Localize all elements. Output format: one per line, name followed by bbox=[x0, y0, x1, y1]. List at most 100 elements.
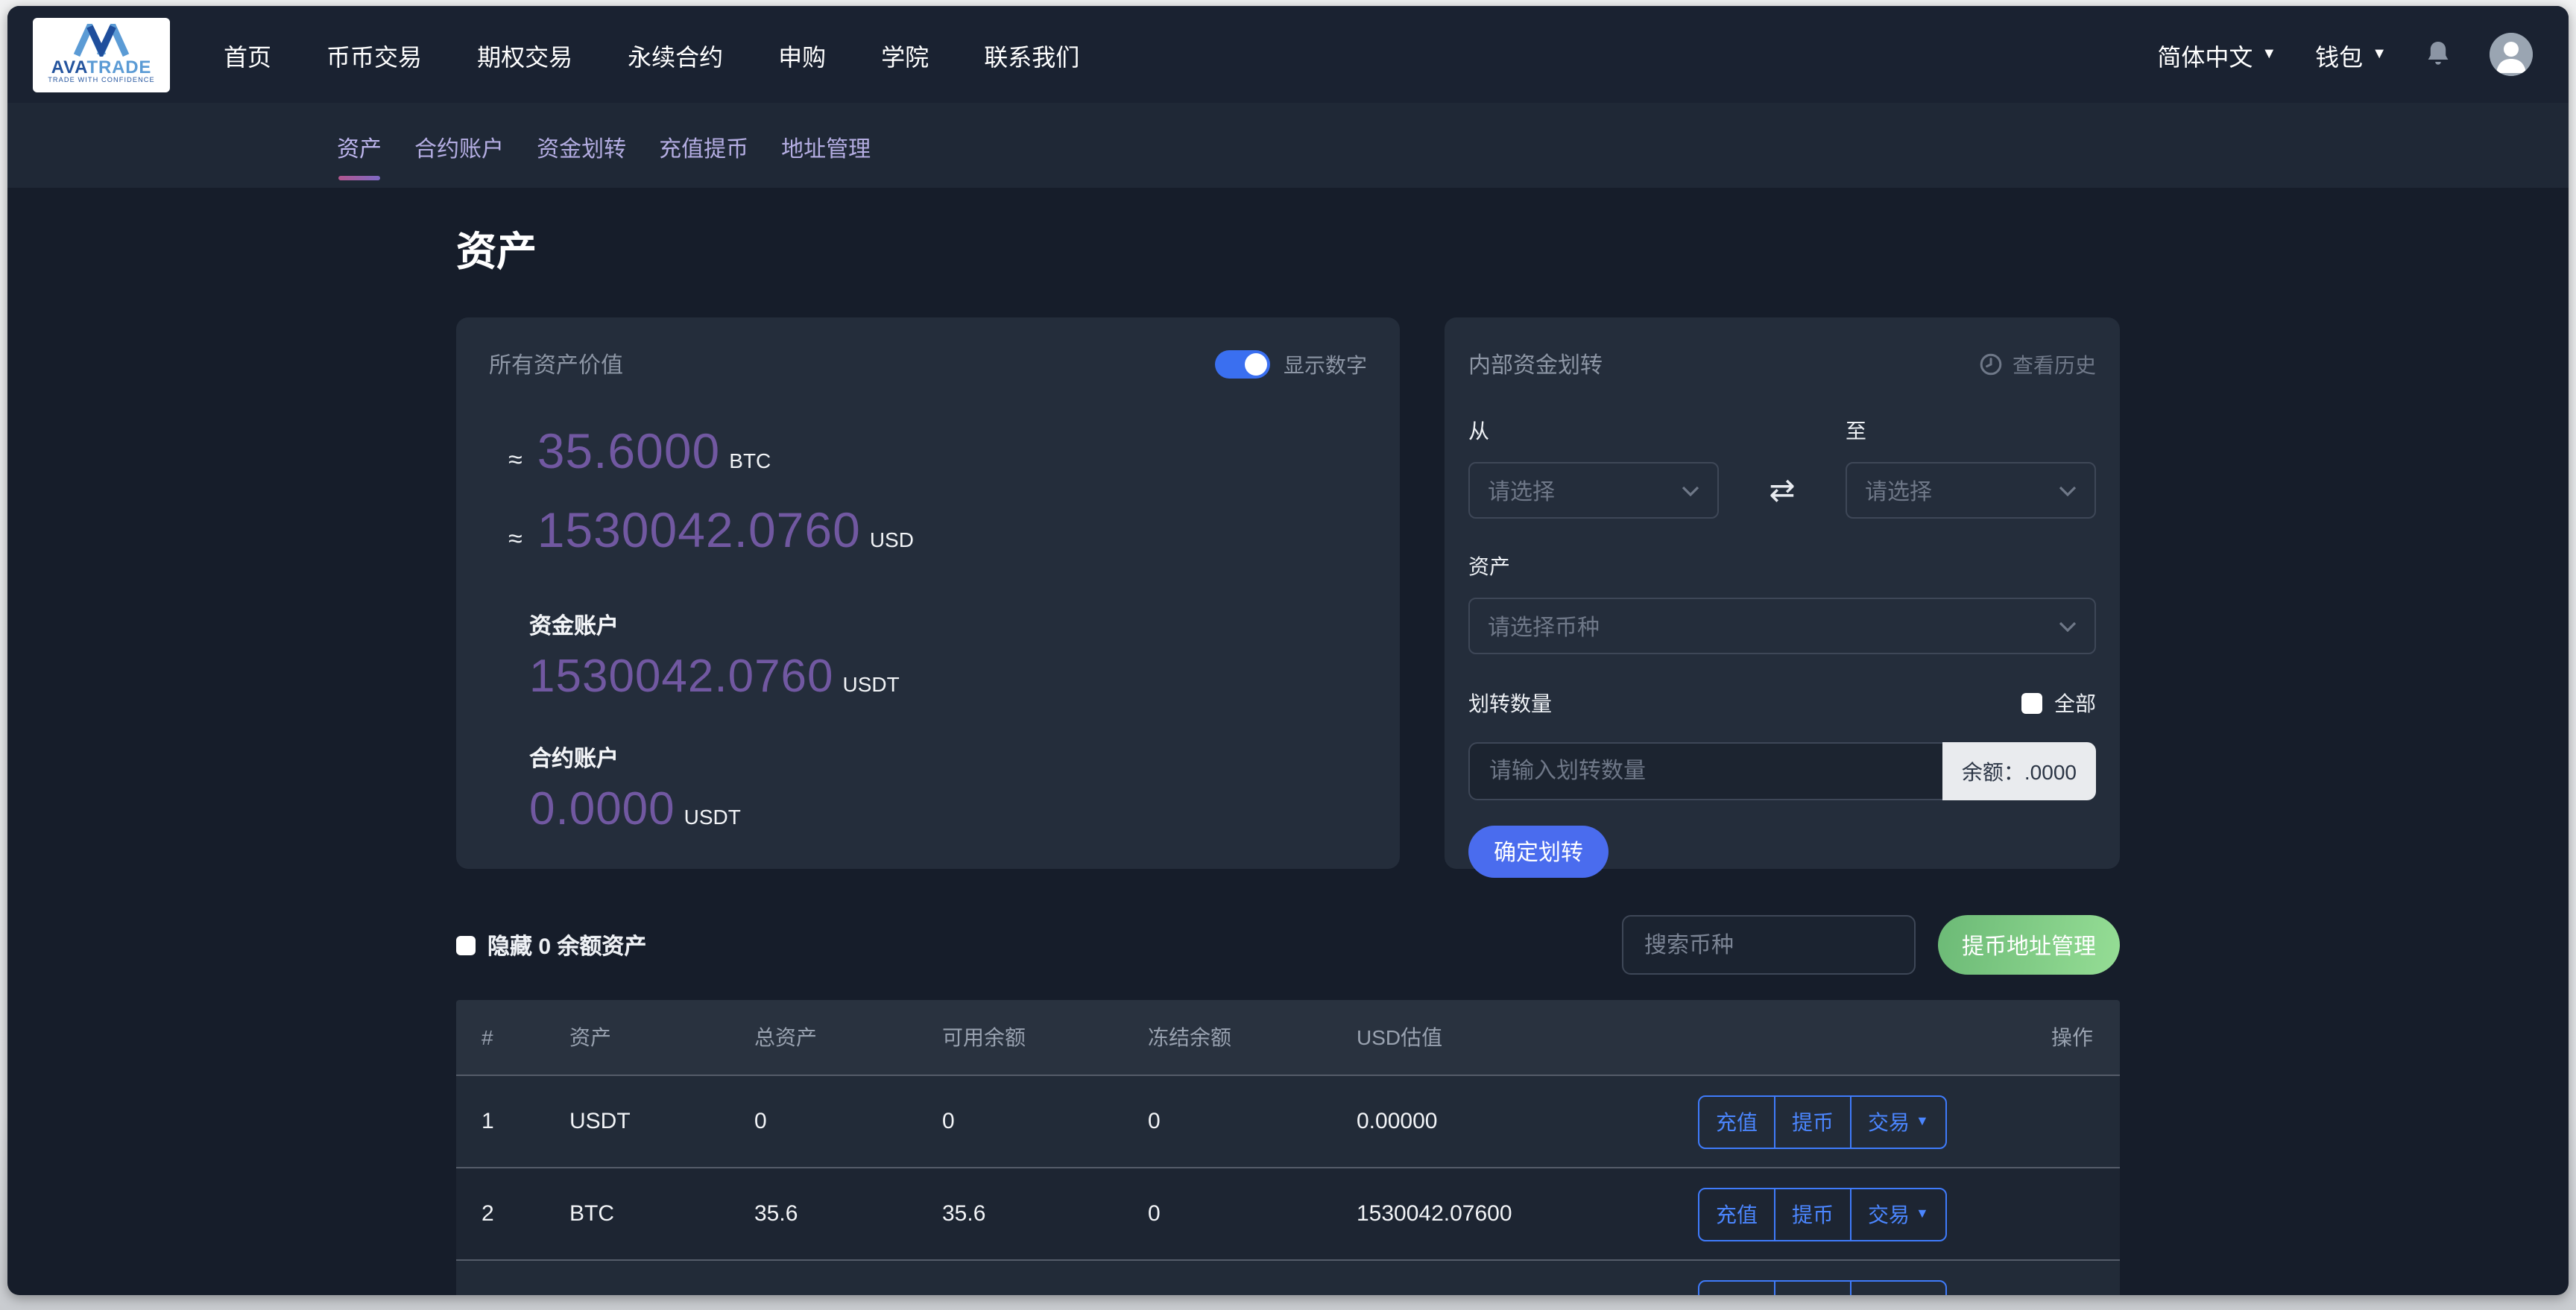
btc-amount: 35.6000 bbox=[537, 423, 721, 480]
btc-unit: BTC bbox=[729, 449, 771, 472]
table-row: 2 BTC 35.6 35.6 0 1530042.07600 充值 提币 交易… bbox=[456, 1167, 2120, 1259]
chevron-down-icon bbox=[2059, 621, 2077, 631]
col-actions: 操作 bbox=[1693, 1022, 2120, 1052]
table-row: 1 USDT 0 0 0 0.00000 充值 提币 交易▼ bbox=[456, 1075, 2120, 1167]
transfer-amount-input[interactable] bbox=[1468, 742, 1942, 800]
main-nav: 首页 币币交易 期权交易 永续合约 申购 学院 联系我们 bbox=[224, 37, 1079, 72]
cell-actions: 充值 提币 交易▼ bbox=[1693, 1279, 2120, 1295]
cell-usd: 0.00000 bbox=[1357, 1294, 1693, 1295]
search-coin-input[interactable] bbox=[1622, 915, 1916, 975]
notification-bell-icon[interactable] bbox=[2425, 40, 2451, 69]
from-account-select[interactable]: 请选择 bbox=[1468, 462, 1719, 519]
usd-amount: 1530042.0760 bbox=[537, 502, 861, 559]
col-available: 可用余额 bbox=[942, 1022, 1148, 1052]
funding-account-value: 1530042.0760 USDT bbox=[529, 650, 1367, 703]
view-history-link[interactable]: 查看历史 bbox=[1980, 349, 2096, 379]
caret-down-icon: ▼ bbox=[2261, 47, 2276, 62]
nav-item-options-trade[interactable]: 期权交易 bbox=[477, 37, 572, 72]
swap-direction-icon[interactable]: ⇄ bbox=[1719, 475, 1846, 506]
hide-zero-label: 隐藏 0 余额资产 bbox=[487, 929, 646, 961]
total-btc-value: ≈ 35.6000 BTC bbox=[508, 423, 1367, 480]
contract-account-value: 0.0000 USDT bbox=[529, 782, 1367, 836]
row-action-group: 充值 提币 交易▼ bbox=[1698, 1095, 1947, 1148]
cell-frozen: 0 bbox=[1148, 1109, 1357, 1134]
balance-addon: 余额：.0000 bbox=[1942, 742, 2096, 800]
cell-total: 35.6 bbox=[754, 1201, 942, 1227]
avatrade-logo[interactable]: AVATRADE TRADE WITH CONFIDENCE bbox=[33, 17, 170, 92]
cell-index: 1 bbox=[456, 1109, 569, 1134]
deposit-button[interactable]: 充值 bbox=[1699, 1096, 1774, 1147]
asset-table-body: 1 USDT 0 0 0 0.00000 充值 提币 交易▼ 2 BTC 35.… bbox=[456, 1075, 2120, 1295]
nav-item-spot-trade[interactable]: 币币交易 bbox=[326, 37, 422, 72]
col-usd: USD估值 bbox=[1357, 1022, 1693, 1052]
cell-asset: BTC bbox=[569, 1201, 754, 1227]
trade-dropdown-button[interactable]: 交易▼ bbox=[1850, 1281, 1945, 1295]
to-label: 至 bbox=[1846, 416, 2096, 446]
wallet-subnav: 资产 合约账户 资金划转 充值提币 地址管理 bbox=[7, 103, 2569, 188]
nav-item-subscribe[interactable]: 申购 bbox=[778, 37, 826, 72]
hide-zero-checkbox-wrap[interactable]: 隐藏 0 余额资产 bbox=[456, 929, 646, 961]
amount-label: 划转数量 bbox=[1468, 689, 1552, 718]
withdraw-button[interactable]: 提币 bbox=[1774, 1189, 1850, 1239]
coin-select[interactable]: 请选择币种 bbox=[1468, 598, 2096, 654]
asset-table: # 资产 总资产 可用余额 冻结余额 USD估值 操作 1 USDT 0 0 0… bbox=[456, 1000, 2120, 1295]
usd-unit: USD bbox=[870, 528, 914, 551]
chevron-down-icon bbox=[1682, 485, 1699, 496]
subtab-assets[interactable]: 资产 bbox=[337, 133, 382, 188]
withdraw-button[interactable]: 提币 bbox=[1774, 1281, 1850, 1295]
clock-icon bbox=[1980, 353, 2002, 376]
app-window: AVATRADE TRADE WITH CONFIDENCE 首页 币币交易 期… bbox=[7, 6, 2569, 1295]
nav-item-academy[interactable]: 学院 bbox=[881, 37, 929, 72]
cell-total: 0 bbox=[754, 1294, 942, 1295]
screen: AVATRADE TRADE WITH CONFIDENCE 首页 币币交易 期… bbox=[0, 0, 2576, 1310]
nav-item-perpetual[interactable]: 永续合约 bbox=[628, 37, 723, 72]
cell-available: 0 bbox=[942, 1109, 1148, 1134]
funding-account-label: 资金账户 bbox=[529, 610, 1367, 641]
avatrade-logo-icon bbox=[73, 24, 130, 57]
table-row: 3 ETH 0 0 0 0.00000 充值 提币 交易▼ bbox=[456, 1259, 2120, 1295]
transfer-all-checkbox-wrap[interactable]: 全部 bbox=[2021, 689, 2096, 718]
table-toolbar: 隐藏 0 余额资产 提币地址管理 bbox=[456, 915, 2120, 975]
nav-item-contact[interactable]: 联系我们 bbox=[984, 37, 1079, 72]
deposit-button[interactable]: 充值 bbox=[1699, 1281, 1774, 1295]
caret-down-icon: ▼ bbox=[1916, 1115, 1929, 1128]
wallet-dropdown[interactable]: 钱包▼ bbox=[2315, 37, 2387, 72]
internal-transfer-card: 内部资金划转 查看历史 从 至 bbox=[1445, 317, 2120, 869]
subtab-address-management[interactable]: 地址管理 bbox=[781, 133, 871, 188]
show-numbers-label: 显示数字 bbox=[1284, 349, 1367, 379]
summary-cards: 所有资产价值 显示数字 ≈ 35.6000 BTC ≈ 1530042.0760… bbox=[456, 317, 2120, 869]
confirm-transfer-button[interactable]: 确定划转 bbox=[1468, 826, 1609, 878]
language-dropdown[interactable]: 简体中文▼ bbox=[2157, 37, 2276, 72]
to-account-select[interactable]: 请选择 bbox=[1846, 462, 2096, 519]
nav-item-home[interactable]: 首页 bbox=[224, 37, 271, 72]
cell-asset: ETH bbox=[569, 1294, 754, 1295]
withdraw-address-button[interactable]: 提币地址管理 bbox=[1938, 915, 2120, 975]
assets-card-title: 所有资产价值 bbox=[489, 349, 623, 380]
subtab-fund-transfer[interactable]: 资金划转 bbox=[537, 133, 626, 188]
deposit-button[interactable]: 充值 bbox=[1699, 1189, 1774, 1239]
caret-down-icon: ▼ bbox=[2372, 47, 2387, 62]
transfer-all-checkbox[interactable] bbox=[2021, 693, 2042, 714]
topbar-right: 简体中文▼ 钱包▼ bbox=[2157, 33, 2533, 76]
withdraw-button[interactable]: 提币 bbox=[1774, 1096, 1850, 1147]
chevron-down-icon bbox=[2059, 485, 2077, 496]
trade-dropdown-button[interactable]: 交易▼ bbox=[1850, 1189, 1945, 1239]
subtab-contract-account[interactable]: 合约账户 bbox=[414, 133, 504, 188]
trade-dropdown-button[interactable]: 交易▼ bbox=[1850, 1096, 1945, 1147]
subtab-deposit-withdraw[interactable]: 充值提币 bbox=[659, 133, 748, 188]
transfer-card-title: 内部资金划转 bbox=[1468, 349, 1603, 380]
cell-actions: 充值 提币 交易▼ bbox=[1693, 1095, 2120, 1148]
cell-index: 3 bbox=[456, 1294, 569, 1295]
top-navbar: AVATRADE TRADE WITH CONFIDENCE 首页 币币交易 期… bbox=[7, 6, 2569, 103]
cell-asset: USDT bbox=[569, 1109, 754, 1134]
show-numbers-toggle[interactable] bbox=[1215, 350, 1270, 379]
user-avatar[interactable] bbox=[2490, 33, 2533, 76]
cell-usd: 0.00000 bbox=[1357, 1109, 1693, 1134]
col-asset: 资产 bbox=[569, 1022, 754, 1052]
page-title: 资产 bbox=[456, 219, 2120, 277]
cell-frozen: 0 bbox=[1148, 1201, 1357, 1227]
cell-available: 0 bbox=[942, 1294, 1148, 1295]
hide-zero-checkbox[interactable] bbox=[456, 935, 476, 955]
asset-label: 资产 bbox=[1468, 551, 2096, 581]
logo-tagline: TRADE WITH CONFIDENCE bbox=[48, 77, 155, 84]
